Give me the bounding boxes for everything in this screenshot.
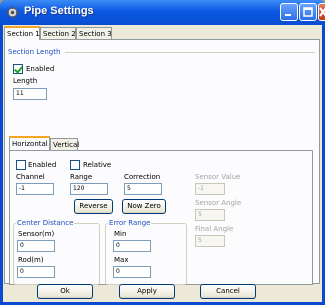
rod-m-field[interactable]: 0 <box>17 266 55 278</box>
rod-m-label: Rod(m) <box>18 256 44 264</box>
sensor-angle-label: Sensor Angle <box>195 199 242 207</box>
maximize-icon <box>303 7 313 17</box>
dialog-button-bar: Ok Apply Cancel <box>3 282 322 302</box>
horizontal-enabled-checkbox[interactable] <box>16 160 26 170</box>
channel-field[interactable]: -1 <box>16 183 54 195</box>
max-label: Max <box>114 256 129 264</box>
maximize-button[interactable] <box>299 3 317 21</box>
group-divider <box>65 52 315 53</box>
relative-checkbox[interactable] <box>70 160 80 170</box>
final-angle-label: Final Angle <box>195 225 234 233</box>
window-title: Pipe Settings <box>24 5 94 17</box>
section-enabled-checkbox[interactable] <box>13 64 23 74</box>
pipe-settings-window: Pipe Settings Section 1 Section 2 Sectio… <box>0 0 325 305</box>
section-enabled-label: Enabled <box>26 65 55 73</box>
range-field[interactable]: 120 <box>70 183 108 195</box>
section-1-panel: Section Length Enabled Length 11 Horizon… <box>4 39 320 285</box>
relative-label: Relative <box>83 161 112 169</box>
minimize-icon <box>285 14 291 16</box>
minimize-button[interactable] <box>280 3 298 21</box>
tab-horizontal[interactable]: Horizontal <box>9 136 50 150</box>
reverse-button[interactable]: Reverse <box>74 199 113 214</box>
sensor-m-field[interactable]: 0 <box>17 240 55 252</box>
apply-button[interactable]: Apply <box>119 284 175 299</box>
min-label: Min <box>114 230 127 238</box>
error-range-title: Error Range <box>108 219 152 227</box>
section-length-title: Section Length <box>8 48 61 56</box>
final-angle-field: 5 <box>195 235 225 247</box>
close-icon <box>319 7 325 17</box>
tab-vertical[interactable]: Vertical <box>50 138 79 150</box>
sensor-m-label: Sensor(m) <box>18 230 55 238</box>
close-button[interactable] <box>318 3 325 21</box>
title-bar[interactable]: Pipe Settings <box>0 0 325 25</box>
correction-field[interactable]: 5 <box>124 183 162 195</box>
tab-section-3[interactable]: Section 3 <box>76 27 112 39</box>
sensor-angle-field: 5 <box>195 209 225 221</box>
max-field[interactable]: 0 <box>113 266 151 278</box>
now-zero-button[interactable]: Now Zero <box>122 199 166 214</box>
horizontal-enabled-label: Enabled <box>28 161 57 169</box>
correction-label: Correction <box>124 173 161 181</box>
error-range-group: Error Range Min 0 Max 0 <box>105 219 187 285</box>
cancel-button[interactable]: Cancel <box>200 284 256 299</box>
length-label: Length <box>13 77 38 85</box>
tab-section-1[interactable]: Section 1 <box>4 26 40 40</box>
length-field[interactable]: 11 <box>13 88 47 100</box>
gear-icon <box>6 6 19 19</box>
center-distance-group: Center Distance Sensor(m) 0 Rod(m) 0 <box>13 219 100 285</box>
dialog-client-area: Section 1 Section 2 Section 3 Section Le… <box>3 25 322 302</box>
center-distance-title: Center Distance <box>16 219 75 227</box>
sensor-value-field: -1 <box>195 183 225 195</box>
tab-section-2[interactable]: Section 2 <box>40 27 76 39</box>
horizontal-panel: Enabled Relative Channel -1 Range 120 Co… <box>9 150 313 285</box>
min-field[interactable]: 0 <box>113 240 151 252</box>
range-label: Range <box>70 173 93 181</box>
sensor-value-label: Sensor Value <box>195 173 241 181</box>
channel-label: Channel <box>16 173 45 181</box>
ok-button[interactable]: Ok <box>37 284 93 299</box>
